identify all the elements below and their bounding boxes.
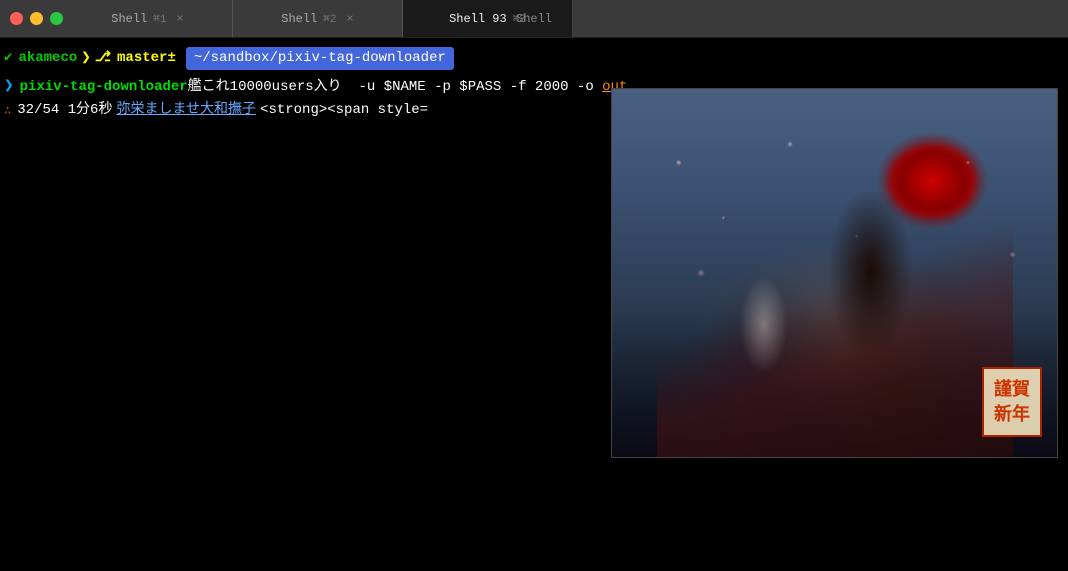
maximize-button[interactable] — [50, 12, 63, 25]
tab-shell-3[interactable]: Shell 93 ⌘3 — [403, 0, 573, 37]
window-controls — [0, 12, 63, 25]
tab-shell-2[interactable]: Shell ⌘2 × — [233, 0, 403, 37]
terminal: ✔ akameco ❯ ⎇ master± ~/sandbox/pixiv-ta… — [0, 38, 1068, 571]
cmd-name: pixiv-tag-downloader — [20, 77, 188, 98]
image-inner — [612, 89, 1057, 457]
tab-3-shortcut: ⌘3 — [513, 12, 526, 26]
status-html: <strong><span style= — [260, 100, 428, 121]
figure-main — [657, 192, 1013, 457]
image-preview — [611, 88, 1058, 458]
tab-1-shortcut: ⌘1 — [153, 12, 166, 26]
prompt-check-icon: ✔ — [4, 48, 12, 69]
tab-shell-1[interactable]: Shell ⌘1 × — [63, 0, 233, 37]
titlebar: Shell ⌘1 × Shell ⌘2 × Shell 93 ⌘3 Shell — [0, 0, 1068, 38]
figures-overlay — [612, 163, 1057, 457]
status-dot-icon: ∴ — [4, 102, 11, 120]
cmd-args: 艦これ10000users入り -u $NAME -p $PASS -f 200… — [188, 77, 628, 98]
close-button[interactable] — [10, 12, 23, 25]
prompt-line: ✔ akameco ❯ ⎇ master± ~/sandbox/pixiv-ta… — [4, 46, 1064, 70]
tab-1-label: Shell — [111, 12, 147, 26]
tab-1-close-icon[interactable]: × — [177, 12, 184, 26]
tab-2-label: Shell — [281, 12, 317, 26]
prompt-branch: master± — [117, 48, 176, 69]
minimize-button[interactable] — [30, 12, 43, 25]
tab-2-close-icon[interactable]: × — [347, 12, 354, 26]
tabs-container: Shell ⌘1 × Shell ⌘2 × Shell 93 ⌘3 — [63, 0, 1068, 37]
prompt-arrow-icon: ❯ — [81, 46, 91, 70]
tab-3-label: Shell 93 — [449, 12, 507, 26]
prompt-directory: ~/sandbox/pixiv-tag-downloader — [186, 47, 454, 70]
prompt-user: akameco — [18, 48, 77, 69]
tab-2-shortcut: ⌘2 — [323, 12, 336, 26]
status-link[interactable]: 弥栄ましませ大和撫子 — [116, 100, 256, 121]
prompt-branch-icon: ⎇ — [95, 48, 111, 69]
status-progress: 32/54 1分6秒 — [17, 100, 112, 121]
cmd-prompt-icon: ❯ — [4, 74, 14, 98]
